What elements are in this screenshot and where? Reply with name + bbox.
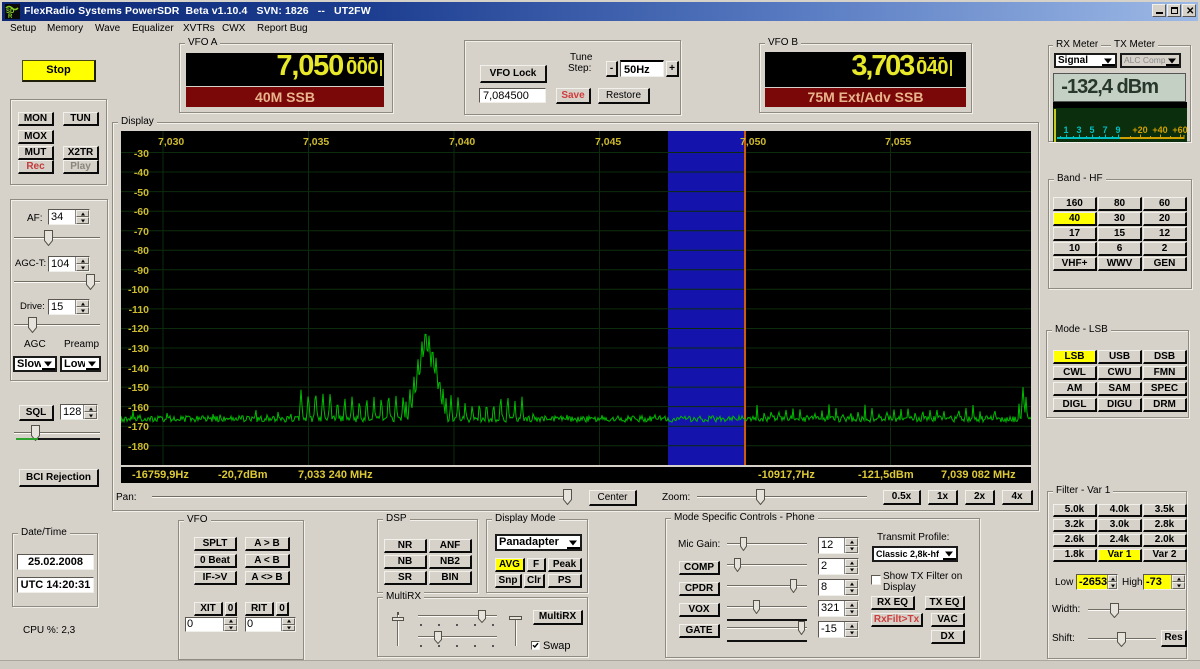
svg-text:7,035: 7,035 [303, 136, 329, 148]
svg-text:-50: -50 [134, 187, 149, 199]
svg-text:7,030: 7,030 [158, 136, 184, 148]
svg-text:-80: -80 [134, 245, 149, 257]
svg-text:7: 7 [1102, 125, 1107, 135]
svg-text:9: 9 [1115, 125, 1120, 135]
svg-text:-140: -140 [128, 363, 149, 375]
svg-text:+60: +60 [1172, 125, 1187, 135]
svg-text:-120: -120 [128, 323, 149, 335]
svg-text:7,040: 7,040 [449, 136, 475, 148]
svg-text:-90: -90 [134, 265, 149, 277]
svg-text:1: 1 [1063, 125, 1068, 135]
svg-text:-100: -100 [128, 284, 149, 296]
svg-text:-40: -40 [134, 167, 149, 179]
svg-text:R: R [8, 14, 13, 19]
svg-text:-180: -180 [128, 441, 149, 453]
svg-text:-130: -130 [128, 343, 149, 355]
svg-text:-150: -150 [128, 382, 149, 394]
svg-text:-160: -160 [128, 402, 149, 414]
svg-text:-30: -30 [134, 148, 149, 160]
svg-text:-70: -70 [134, 226, 149, 238]
svg-text:-60: -60 [134, 206, 149, 218]
svg-text:-110: -110 [129, 304, 150, 316]
svg-text:5: 5 [1089, 125, 1094, 135]
svg-text:7,045: 7,045 [595, 136, 621, 148]
svg-text:3: 3 [1076, 125, 1081, 135]
svg-text:+20: +20 [1132, 125, 1147, 135]
svg-text:+40: +40 [1152, 125, 1167, 135]
svg-text:7,050: 7,050 [740, 136, 766, 148]
svg-text:7,055: 7,055 [885, 136, 911, 148]
svg-text:-170: -170 [128, 421, 149, 433]
